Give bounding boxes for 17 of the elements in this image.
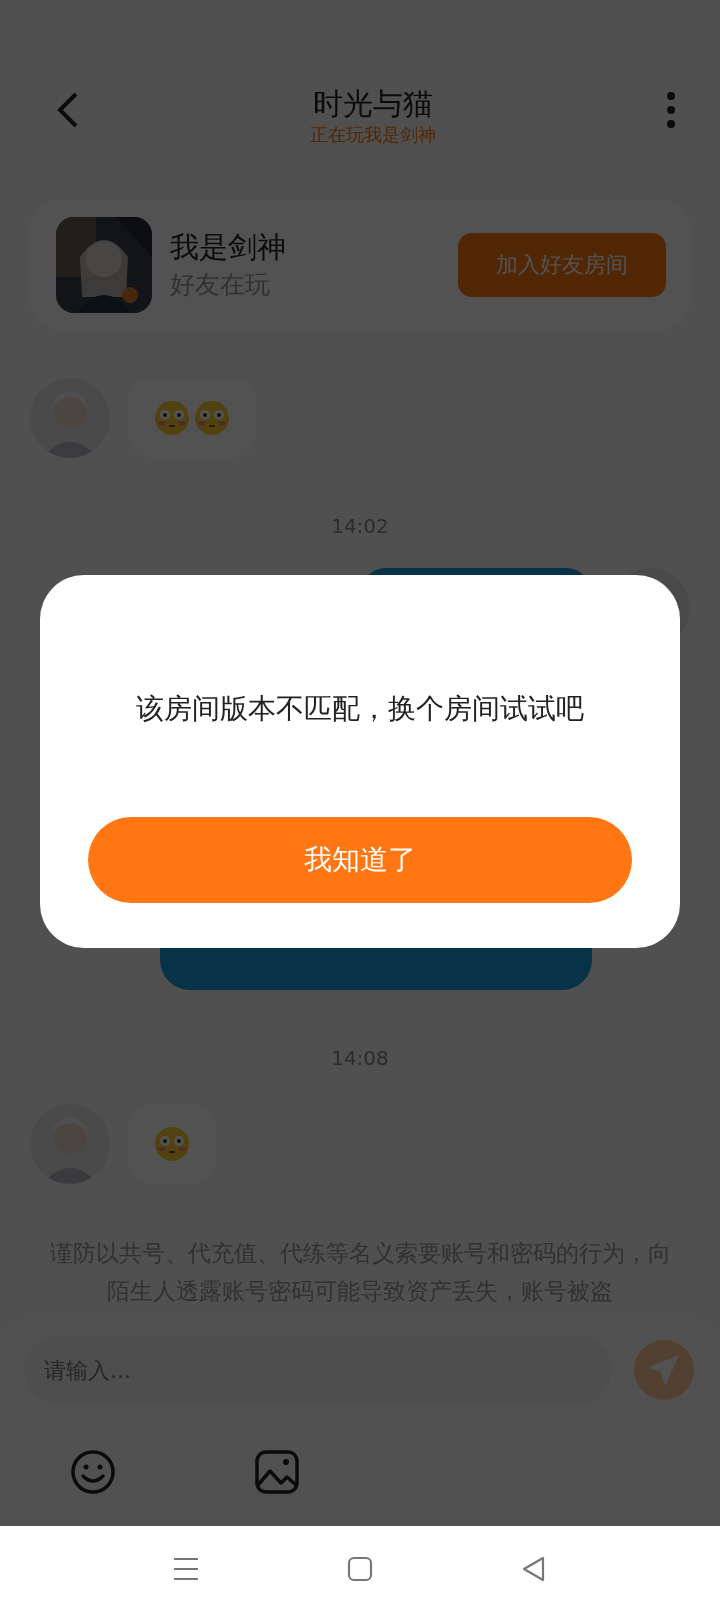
status-text: 正在玩我是剑神 (310, 123, 436, 147)
game-title: 我是剑神 (170, 229, 287, 266)
more-icon[interactable] (666, 90, 676, 130)
join-room-button[interactable]: 加入好友房间 (458, 233, 666, 297)
nav-back-icon[interactable] (521, 1555, 547, 1583)
send-button[interactable] (634, 1340, 694, 1400)
flushed-face-icon (194, 400, 230, 436)
image-icon[interactable] (254, 1449, 300, 1495)
send-icon (648, 1354, 680, 1386)
flushed-face-icon (154, 1126, 190, 1162)
dialog-message: 该房间版本不匹配，换个房间试试吧 (136, 691, 584, 727)
menu-icon[interactable] (173, 1557, 199, 1581)
home-icon[interactable] (347, 1556, 373, 1582)
chat-title: 时光与猫 (313, 86, 433, 122)
smiley-icon[interactable] (70, 1449, 116, 1495)
flushed-face-icon (154, 400, 190, 436)
confirm-button[interactable]: 我知道了 (88, 817, 632, 903)
